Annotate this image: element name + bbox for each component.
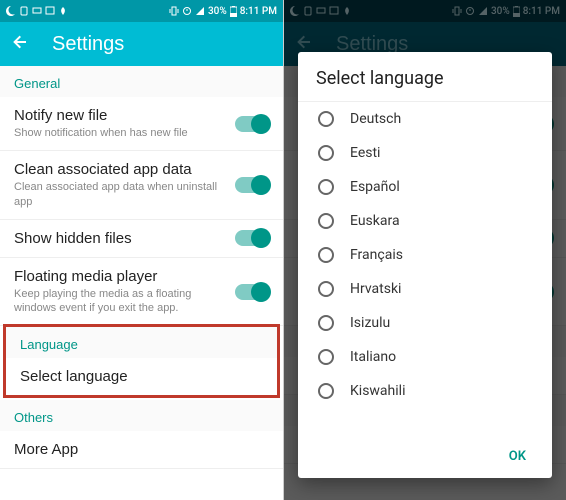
- phone-icon: [19, 6, 29, 16]
- row-notify-new-file[interactable]: Notify new file Show notification when h…: [0, 97, 283, 151]
- notify-sub: Show notification when has new file: [14, 126, 225, 140]
- selectlang-title: Select language: [20, 368, 263, 385]
- row-show-hidden[interactable]: Show hidden files: [0, 220, 283, 258]
- row-clean-app-data[interactable]: Clean associated app data Clean associat…: [0, 151, 283, 220]
- highlight-language-section: Language Select language: [3, 324, 280, 398]
- radio-icon: [318, 111, 334, 127]
- lang-label: Italiano: [350, 349, 396, 365]
- dialog-actions: OK: [298, 435, 552, 478]
- floating-toggle[interactable]: [235, 284, 269, 300]
- back-icon[interactable]: [12, 33, 30, 56]
- section-language: Language: [6, 327, 277, 358]
- screen-language-dialog: 30% 8:11 PM Settings General Notify new …: [283, 0, 566, 500]
- app-bar: Settings: [0, 22, 283, 66]
- dialog-title: Select language: [298, 52, 552, 102]
- lang-label: Hrvatski: [350, 281, 401, 297]
- radio-icon: [318, 315, 334, 331]
- lang-label: Français: [350, 247, 403, 263]
- radio-icon: [318, 383, 334, 399]
- lang-option-euskara[interactable]: Euskara: [298, 204, 552, 238]
- page-title: Settings: [52, 33, 124, 56]
- lang-label: Español: [350, 179, 400, 195]
- time-text: 8:11 PM: [240, 6, 277, 17]
- lang-option-eesti[interactable]: Eesti: [298, 136, 552, 170]
- lang-option-isizulu[interactable]: Isizulu: [298, 306, 552, 340]
- screen-settings: 30% 8:11 PM Settings General Notify new …: [0, 0, 283, 500]
- lang-label: Deutsch: [350, 111, 401, 127]
- row-more-app[interactable]: More App: [0, 431, 283, 469]
- lang-option-hrvatski[interactable]: Hrvatski: [298, 272, 552, 306]
- notify-toggle[interactable]: [235, 116, 269, 132]
- lang-option-deutsch[interactable]: Deutsch: [298, 102, 552, 136]
- radio-icon: [318, 179, 334, 195]
- status-bar: 30% 8:11 PM: [0, 0, 283, 22]
- lang-label: Eesti: [350, 145, 380, 161]
- section-general: General: [0, 66, 283, 97]
- cast-icon: [45, 6, 55, 16]
- signal-icon: [195, 6, 205, 16]
- radio-icon: [318, 349, 334, 365]
- language-dialog: Select language Deutsch Eesti Español Eu…: [298, 52, 552, 478]
- lang-label: Euskara: [350, 213, 400, 229]
- notify-title: Notify new file: [14, 107, 225, 124]
- clean-toggle[interactable]: [235, 177, 269, 193]
- language-list[interactable]: Deutsch Eesti Español Euskara Français H…: [298, 102, 552, 435]
- clean-title: Clean associated app data: [14, 161, 225, 178]
- floating-title: Floating media player: [14, 268, 225, 285]
- radio-icon: [318, 145, 334, 161]
- alarm-icon: [182, 6, 192, 16]
- row-floating-player[interactable]: Floating media player Keep playing the m…: [0, 258, 283, 327]
- hidden-title: Show hidden files: [14, 230, 225, 247]
- lang-option-francais[interactable]: Français: [298, 238, 552, 272]
- hidden-toggle[interactable]: [235, 230, 269, 246]
- moreapp-title: More App: [14, 441, 269, 458]
- lang-option-kiswahili[interactable]: Kiswahili: [298, 374, 552, 408]
- lang-label: Kiswahili: [350, 383, 405, 399]
- lang-option-espanol[interactable]: Español: [298, 170, 552, 204]
- section-others: Others: [0, 400, 283, 431]
- radio-icon: [318, 281, 334, 297]
- battery-icon: [230, 6, 237, 17]
- radio-icon: [318, 247, 334, 263]
- moon-icon: [6, 6, 16, 16]
- vibrate-icon: [169, 6, 179, 16]
- battery-text: 30%: [208, 6, 227, 17]
- lang-option-italiano[interactable]: Italiano: [298, 340, 552, 374]
- settings-content: General Notify new file Show notificatio…: [0, 66, 283, 500]
- lang-label: Isizulu: [350, 315, 390, 331]
- ok-button[interactable]: OK: [499, 443, 536, 470]
- radio-icon: [318, 213, 334, 229]
- floating-sub: Keep playing the media as a floating win…: [14, 287, 225, 316]
- flame-icon: [58, 6, 68, 16]
- clean-sub: Clean associated app data when uninstall…: [14, 180, 225, 209]
- screen-icon: [32, 6, 42, 16]
- row-select-language[interactable]: Select language: [6, 358, 277, 395]
